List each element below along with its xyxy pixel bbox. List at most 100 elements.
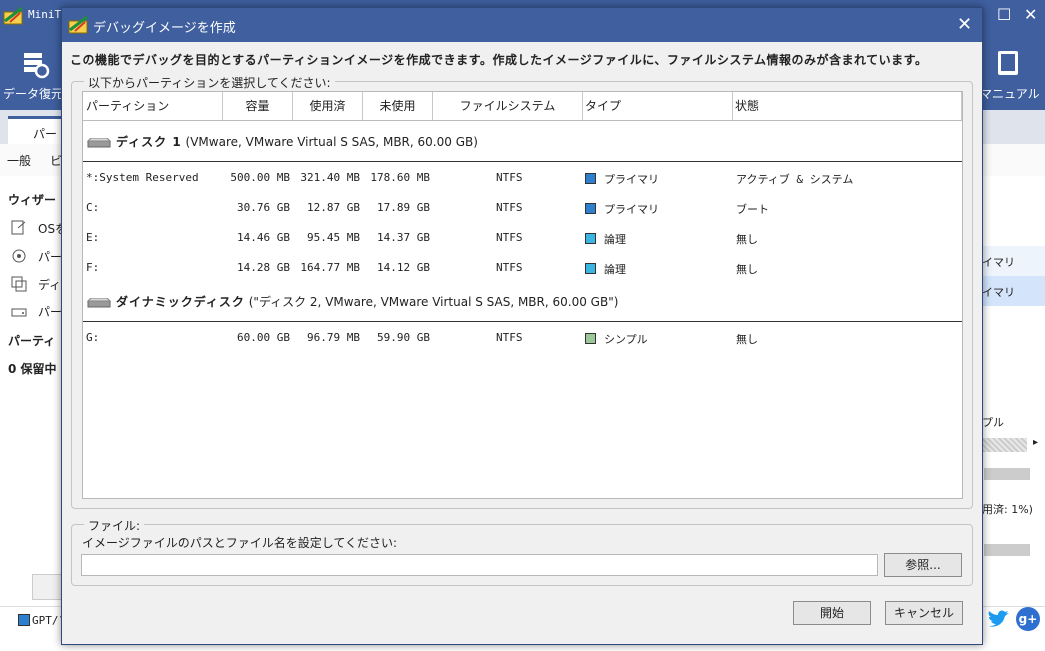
column-header-type[interactable]: タイプ [583,92,733,120]
type-swatch [585,173,596,184]
sidebar-item-partition-recovery[interactable]: パー [38,303,62,320]
column-header-partition[interactable]: パーティション [83,92,223,120]
start-button[interactable]: 開始 [793,601,871,625]
data-recovery-label[interactable]: データ復元 [3,85,63,102]
partition-filesystem: NTFS [496,201,523,214]
partition-capacity: 14.46 GB [237,231,290,244]
row-type: イマリ [982,256,1015,269]
column-header-capacity[interactable]: 容量 [223,92,293,120]
disk-separator [83,161,962,162]
partition-map-panel [980,176,1045,606]
partition-name: E: [86,231,100,244]
manual-label[interactable]: マニュアル [980,85,1040,102]
maximize-icon[interactable]: ☐ [997,6,1011,24]
partition-status: アクティブ & システム [736,173,854,186]
app-title: MiniT [28,8,62,21]
column-header-filesystem[interactable]: ファイルシステム [433,92,583,120]
data-recovery-icon[interactable] [21,50,51,80]
partition-status: 無し [736,263,758,276]
file-group-legend: ファイル: [84,517,145,534]
partition-name: F: [86,261,100,274]
partition-type: プライマリ [604,173,659,186]
partition-unused: 14.37 GB [377,231,430,244]
disk-name: ダイナミックディスク [116,295,245,309]
partition-unused: 17.89 GB [377,201,430,214]
disk-copy-icon [11,276,27,292]
row-type: プル [982,416,1004,429]
disk-detail: ("ディスク 2, VMware, VMware Virtual S SAS, … [248,295,619,309]
partition-status: 無し [736,233,758,246]
cancel-button[interactable]: キャンセル [885,601,963,625]
create-debug-image-dialog: デバッグイメージを作成 ✕ この機能でデバッグを目的とするパーティションイメージ… [61,7,983,645]
partition-row[interactable]: G: 60.00 GB 96.79 MB 59.90 GB NTFS シンプル … [83,323,962,353]
type-swatch [585,203,596,214]
partition-filesystem: NTFS [496,261,523,274]
partition-row[interactable]: C: 30.76 GB 12.87 GB 17.89 GB NTFS プライマリ… [83,193,962,223]
partition-row[interactable]: F: 14.28 GB 164.77 MB 14.12 GB NTFS 論理 無… [83,253,962,283]
partition-used: 96.79 MB [307,331,360,344]
pending-operations: 0 保留中 [8,362,57,376]
sidebar-partition-heading: パーティ [8,334,56,348]
dialog-description: この機能でデバッグを目的とするパーティションイメージを作成できます。作成したイメ… [70,53,928,67]
partition-type: 論理 [604,233,626,246]
partition-filesystem: NTFS [496,331,523,344]
partition-filesystem: NTFS [496,171,523,184]
google-plus-icon[interactable]: g+ [1016,607,1040,631]
legend-swatch [18,614,30,626]
disk-usage-bar [984,544,1030,556]
partition-status: ブート [736,203,769,216]
partition-row[interactable]: *:System Reserved 500.00 MB 321.40 MB 17… [83,163,962,193]
column-header-status[interactable]: 状態 [733,92,962,120]
dialog-title: デバッグイメージを作成 [93,21,236,36]
horizontal-scrollbar[interactable] [983,438,1027,452]
partition-copy-icon [12,249,26,263]
sidebar-wizard-heading: ウィザー [8,193,57,207]
partition-recovery-icon [11,308,27,317]
os-migrate-icon [11,220,26,235]
partition-type: 論理 [604,263,626,276]
apply-button[interactable] [32,574,64,600]
disk-usage-bar [984,468,1030,480]
partition-row[interactable]: E: 14.46 GB 95.45 MB 14.37 GB NTFS 論理 無し [83,223,962,253]
scroll-right-icon[interactable]: ▸ [1033,437,1038,448]
manual-book-icon[interactable] [993,48,1023,80]
type-swatch [585,263,596,274]
type-swatch [585,333,596,344]
column-header-unused[interactable]: 未使用 [363,92,433,120]
app-close-icon[interactable]: ✕ [1024,6,1037,24]
disk-header-row[interactable]: ダイナミックディスク ("ディスク 2, VMware, VMware Virt… [83,287,962,317]
disk-usage-text: 用済: 1%) [982,503,1033,516]
file-path-prompt: イメージファイルのパスとファイル名を設定してください: [82,536,398,550]
column-header-used[interactable]: 使用済 [293,92,363,120]
close-icon[interactable]: ✕ [957,14,972,35]
browse-button[interactable]: 参照... [884,553,962,577]
partition-name: C: [86,201,100,214]
partition-capacity: 14.28 GB [237,261,290,274]
partition-unused: 59.90 GB [377,331,430,344]
partition-filesystem: NTFS [496,231,523,244]
partition-group-legend: 以下からパーティションを選択してください: [84,74,335,91]
minitool-logo-icon [3,6,23,25]
partition-capacity: 500.00 MB [230,171,290,184]
partition-used: 95.45 MB [307,231,360,244]
menu-general[interactable]: 一般 [7,152,31,169]
sidebar-item-disk-copy[interactable]: ディ [38,276,61,293]
tab-partition[interactable]: パー [8,116,62,147]
app-sidebar [0,176,63,606]
tab-partition-label: パー [33,127,58,141]
partition-selection-group: 以下からパーティションを選択してください: パーティション 容量 使用済 未使用… [71,74,973,509]
minitool-logo-icon [68,15,88,34]
partition-table: パーティション 容量 使用済 未使用 ファイルシステム タイプ 状態 ディスク … [82,91,963,499]
row-type: イマリ [982,286,1015,299]
partition-unused: 178.60 MB [370,171,430,184]
file-path-input[interactable] [81,554,878,576]
partition-name: G: [86,331,100,344]
partition-unused: 14.12 GB [377,261,430,274]
disk-header-row[interactable]: ディスク 1 (VMware, VMware Virtual S SAS, MB… [83,127,962,157]
partition-used: 12.87 GB [307,201,360,214]
sidebar-item-partition-copy[interactable]: パー [38,248,62,265]
table-header: パーティション 容量 使用済 未使用 ファイルシステム タイプ 状態 [83,92,962,121]
twitter-icon[interactable] [987,608,1011,630]
disk-detail: (VMware, VMware Virtual S SAS, MBR, 60.0… [185,135,478,149]
disk-drive-icon [87,138,111,148]
